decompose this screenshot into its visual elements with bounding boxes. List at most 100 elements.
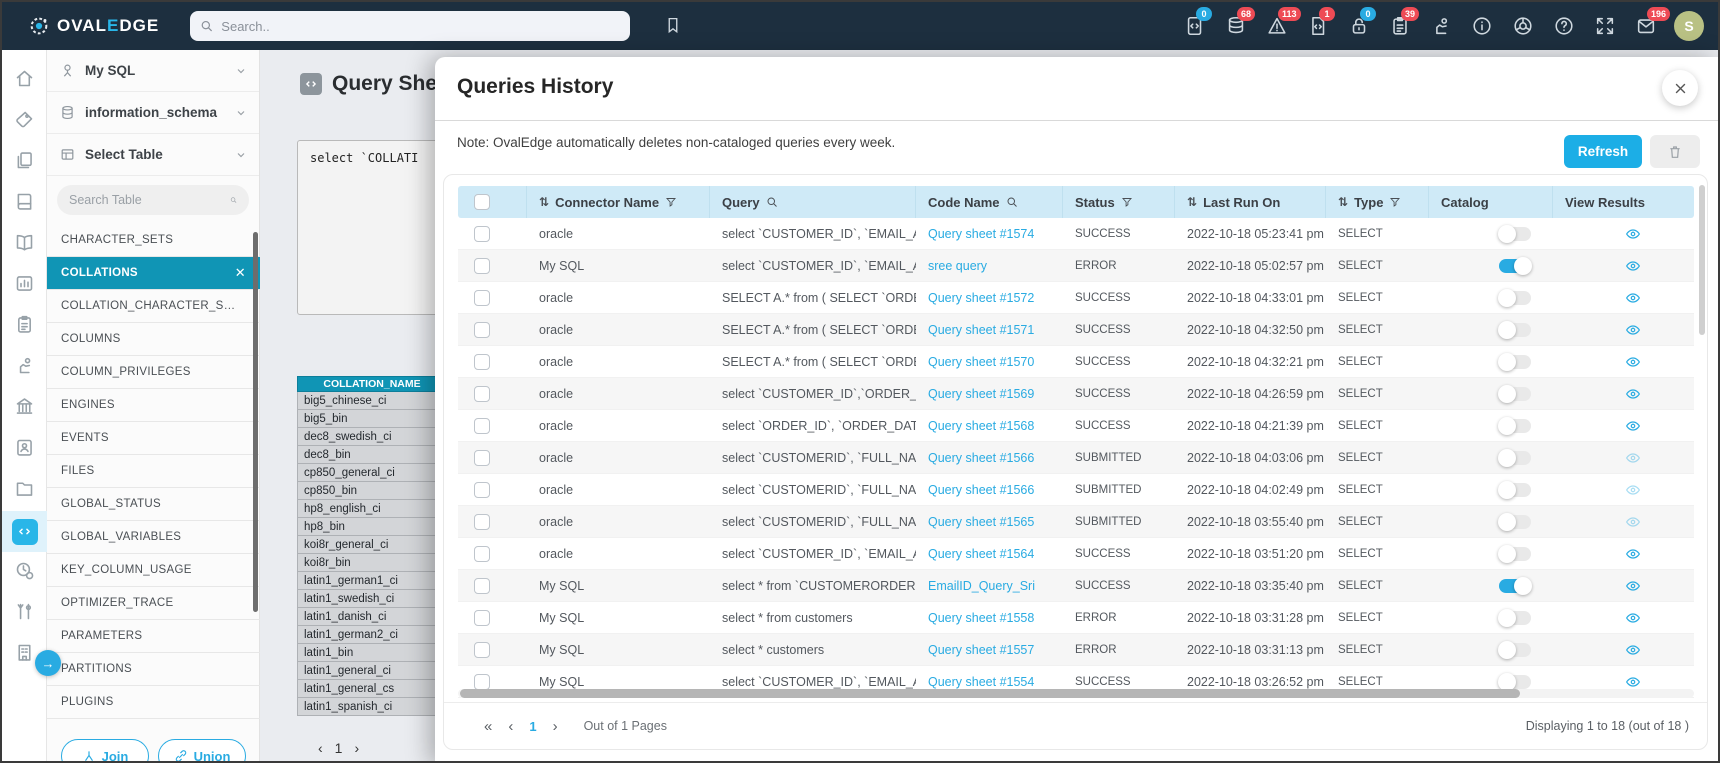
result-row[interactable]: big5_chinese_ci (297, 392, 447, 410)
vertical-scrollbar[interactable] (1699, 185, 1705, 335)
user-avatar[interactable]: S (1674, 11, 1704, 41)
view-results-icon[interactable] (1625, 482, 1641, 498)
view-results-icon[interactable] (1625, 610, 1641, 626)
table-list-item[interactable]: GLOBAL_STATUS (47, 488, 260, 521)
sidebar-item-governance[interactable] (2, 388, 47, 429)
row-checkbox[interactable] (474, 481, 490, 498)
alerts-icon[interactable]: 113 (1265, 7, 1301, 38)
catalog-toggle[interactable] (1498, 640, 1531, 659)
sidebar-item-book[interactable] (2, 183, 47, 224)
view-results-icon[interactable] (1625, 514, 1641, 530)
catalog-toggle[interactable] (1498, 672, 1531, 691)
grid-next-icon[interactable]: › (354, 740, 359, 756)
table-list-item[interactable]: OPTIMIZER_TRACE (47, 587, 260, 620)
code-name-link[interactable]: Query sheet #1566 (928, 451, 1034, 465)
sort-icon[interactable]: ⇅ (1187, 195, 1197, 209)
current-page[interactable]: 1 (529, 719, 536, 734)
table-list-item[interactable]: PARAMETERS (47, 620, 260, 653)
union-button[interactable]: Union (158, 739, 246, 761)
row-checkbox[interactable] (474, 417, 490, 434)
result-row[interactable]: latin1_danish_ci (297, 608, 447, 626)
code-name-link[interactable]: Query sheet #1557 (928, 643, 1034, 657)
view-results-icon[interactable] (1625, 674, 1641, 690)
filter-icon[interactable] (1121, 196, 1133, 208)
result-row[interactable]: dec8_bin (297, 446, 447, 464)
row-checkbox[interactable] (474, 225, 490, 242)
row-checkbox[interactable] (474, 577, 490, 594)
expand-panel-button[interactable]: → (35, 650, 61, 676)
catalog-toggle[interactable] (1498, 384, 1531, 403)
view-results-icon[interactable] (1625, 418, 1641, 434)
file-code-icon[interactable]: 1 (1306, 7, 1335, 38)
table-selector[interactable]: Select Table (47, 134, 259, 176)
table-search-input[interactable] (69, 193, 230, 207)
table-list-item[interactable]: COLUMNS (47, 323, 260, 356)
delete-button[interactable] (1650, 135, 1700, 168)
browser-icon[interactable] (1511, 14, 1535, 38)
sort-icon[interactable]: ⇅ (539, 195, 549, 209)
filter-icon[interactable] (665, 196, 677, 208)
bookmark-icon[interactable] (664, 15, 682, 40)
sidebar-item-contacts[interactable] (2, 429, 47, 470)
view-results-icon[interactable] (1625, 546, 1641, 562)
code-name-link[interactable]: Query sheet #1570 (928, 355, 1034, 369)
query-code-icon[interactable]: 0 (1183, 7, 1212, 38)
catalog-toggle[interactable] (1498, 608, 1531, 627)
catalog-toggle[interactable] (1498, 288, 1531, 307)
table-list-item[interactable]: ENGINES (47, 389, 260, 422)
expand-icon[interactable] (1593, 14, 1617, 38)
catalog-toggle[interactable] (1498, 416, 1531, 435)
join-button[interactable]: Join (61, 739, 149, 761)
row-checkbox[interactable] (474, 673, 490, 690)
prev-page-icon[interactable]: ‹ (508, 718, 513, 735)
next-page-icon[interactable]: › (553, 718, 558, 735)
catalog-toggle[interactable] (1498, 320, 1531, 339)
row-checkbox[interactable] (474, 513, 490, 530)
grid-column-header[interactable]: COLLATION_NAME (297, 376, 447, 392)
result-row[interactable]: latin1_swedish_ci (297, 590, 447, 608)
catalog-toggle[interactable] (1498, 480, 1531, 499)
grid-prev-icon[interactable]: ‹ (318, 740, 323, 756)
view-results-icon[interactable] (1625, 226, 1641, 242)
catalog-toggle[interactable] (1498, 448, 1531, 467)
result-row[interactable]: hp8_bin (297, 518, 447, 536)
result-row[interactable]: latin1_bin (297, 644, 447, 662)
row-checkbox[interactable] (474, 289, 490, 306)
sidebar-item-scheduler[interactable] (2, 552, 47, 593)
code-name-link[interactable]: Query sheet #1554 (928, 675, 1034, 689)
table-list-item[interactable]: FILES (47, 455, 260, 488)
result-row[interactable]: latin1_general_cs (297, 680, 447, 698)
table-list-item[interactable]: PLUGINS (47, 686, 260, 719)
code-name-link[interactable]: Query sheet #1569 (928, 387, 1034, 401)
table-list-item[interactable]: CHARACTER_SETS (47, 224, 260, 257)
result-row[interactable]: cp850_general_ci (297, 464, 447, 482)
search-icon[interactable] (766, 196, 778, 208)
row-checkbox[interactable] (474, 609, 490, 626)
code-name-link[interactable]: EmailID_Query_Sri (928, 579, 1035, 593)
code-name-link[interactable]: Query sheet #1568 (928, 419, 1034, 433)
sidebar-item-tag[interactable] (2, 101, 47, 142)
search-icon[interactable] (1006, 196, 1018, 208)
sidebar-item-tools[interactable] (2, 593, 47, 634)
code-name-link[interactable]: Query sheet #1565 (928, 515, 1034, 529)
view-results-icon[interactable] (1625, 258, 1641, 274)
catalog-toggle[interactable] (1499, 576, 1532, 595)
sidebar-item-report[interactable] (2, 265, 47, 306)
view-results-icon[interactable] (1625, 578, 1641, 594)
row-checkbox[interactable] (474, 257, 490, 274)
view-results-icon[interactable] (1625, 322, 1641, 338)
result-row[interactable]: latin1_german1_ci (297, 572, 447, 590)
result-row[interactable]: koi8r_bin (297, 554, 447, 572)
row-checkbox[interactable] (474, 321, 490, 338)
tasks-icon[interactable]: 39 (1388, 7, 1420, 38)
code-name-link[interactable]: Query sheet #1566 (928, 483, 1034, 497)
row-checkbox[interactable] (474, 449, 490, 466)
code-name-link[interactable]: Query sheet #1564 (928, 547, 1034, 561)
row-checkbox[interactable] (474, 641, 490, 658)
database-icon[interactable]: 68 (1224, 7, 1256, 38)
result-row[interactable]: latin1_german2_ci (297, 626, 447, 644)
row-checkbox[interactable] (474, 385, 490, 402)
connection-selector[interactable]: My SQL (47, 50, 259, 92)
catalog-toggle[interactable] (1498, 512, 1531, 531)
table-list-item[interactable]: COLLATION_CHARACTER_S… (47, 290, 260, 323)
